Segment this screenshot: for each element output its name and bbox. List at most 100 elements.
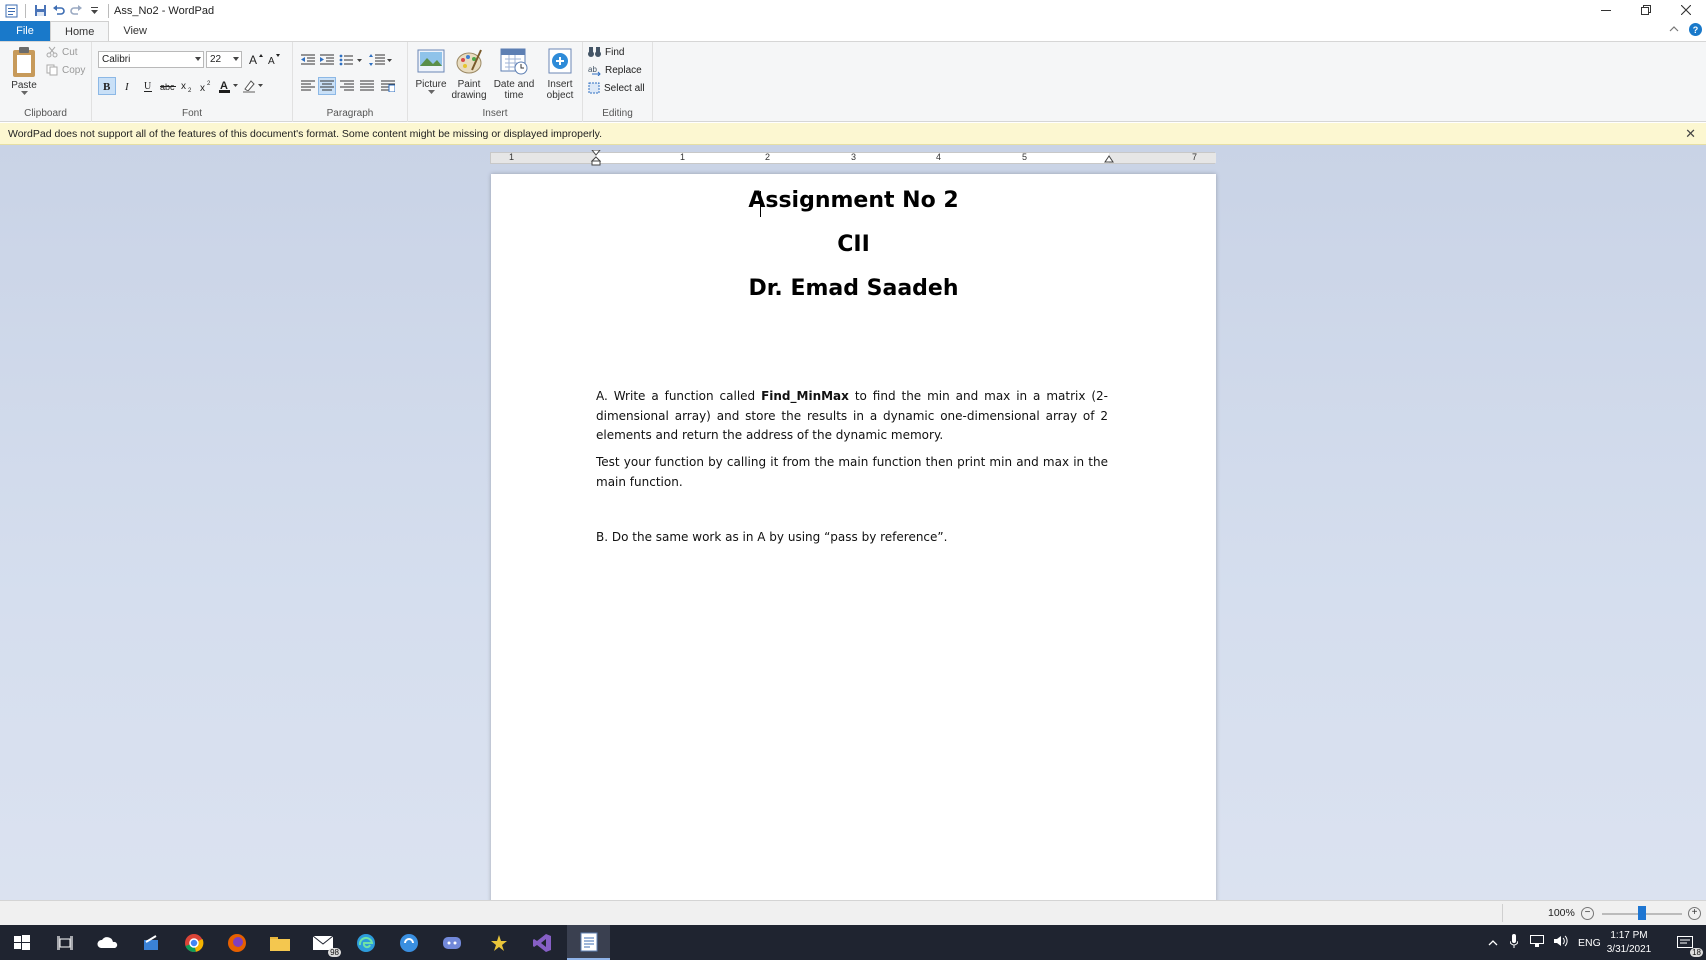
paragraph-settings-icon[interactable] [379,77,397,95]
date-time-button[interactable]: Date and time [490,46,538,101]
paste-button[interactable]: Paste [6,46,42,102]
decrease-indent-icon[interactable] [299,51,317,69]
wordpad-app-icon[interactable] [2,2,20,20]
bullet-list-button[interactable] [338,51,364,69]
shrink-font-icon[interactable]: A [265,50,283,68]
zoom-in-button[interactable]: + [1688,907,1701,920]
scissors-icon [46,46,58,58]
select-all-button[interactable]: Select all [588,82,645,94]
binoculars-icon [588,47,601,57]
picture-dropdown-icon[interactable] [427,90,435,95]
firefox-icon[interactable] [215,925,258,960]
cut-button[interactable]: Cut [46,46,78,58]
close-info-bar-icon[interactable]: ✕ [1685,126,1696,142]
datetime-label-line2: time [504,90,524,101]
grow-font-icon[interactable]: A [247,50,265,68]
windows-start-icon[interactable] [0,925,43,960]
underline-button[interactable]: U [139,77,157,95]
picture-button[interactable]: Picture [413,46,449,95]
tab-view[interactable]: View [109,21,161,41]
font-family-value: Calibri [102,54,131,65]
line-spacing-button[interactable] [368,51,394,69]
document-page[interactable]: Assignment No 2 CII Dr. Emad Saadeh A. W… [491,174,1216,900]
restore-icon[interactable] [1626,0,1666,20]
network-icon[interactable] [1530,935,1544,950]
visual-studio-icon[interactable] [520,925,563,960]
insert-object-button[interactable]: Insert object [540,46,580,101]
font-group: Calibri 22 A A B I U abc x2 x2 A Font [92,42,293,122]
zoom-slider-thumb[interactable] [1638,906,1646,920]
strikethrough-button[interactable]: abc [159,77,177,95]
svg-text:x: x [200,83,205,92]
replace-icon: ab [588,65,601,76]
close-icon[interactable] [1666,0,1706,20]
minimize-ribbon-icon[interactable] [1669,24,1679,36]
superscript-button[interactable]: x2 [198,77,216,95]
edge-icon[interactable] [344,925,387,960]
clock-time: 1:17 PM [1610,930,1648,941]
bold-button[interactable]: B [98,77,116,95]
discord-icon[interactable] [430,925,473,960]
increase-indent-icon[interactable] [318,51,336,69]
find-button[interactable]: Find [588,46,624,58]
onedrive-icon[interactable] [86,925,129,960]
status-divider [1502,904,1503,922]
align-right-icon[interactable] [338,77,356,95]
font-family-select[interactable]: Calibri [98,51,204,68]
tab-home[interactable]: Home [50,21,110,41]
italic-button[interactable]: I [119,77,137,95]
star-app-icon[interactable] [477,925,520,960]
font-size-select[interactable]: 22 [206,51,242,68]
ruler-number: 1 [509,152,515,162]
doc-heading-instructor[interactable]: Dr. Emad Saadeh [491,276,1216,301]
system-tray: ENG [1488,925,1601,960]
show-hidden-icons-icon[interactable] [1488,937,1498,949]
paint-label-line2: drawing [451,90,487,101]
justify-icon[interactable] [358,77,376,95]
tab-file[interactable]: File [0,21,50,41]
svg-text:x: x [181,81,186,92]
text-color-button[interactable]: A [218,77,240,95]
picture-label: Picture [415,79,447,90]
mail-icon[interactable]: 98 [301,925,344,960]
copy-button[interactable]: Copy [46,64,85,76]
doc-paragraph-b[interactable]: B. Do the same work as in A by using “pa… [596,528,1108,548]
input-language-label[interactable]: ENG [1578,937,1601,949]
microphone-icon[interactable] [1509,934,1519,951]
minimize-icon[interactable] [1586,0,1626,20]
task-view-icon[interactable] [43,925,86,960]
doc-paragraph-test[interactable]: Test your function by calling it from th… [596,453,1108,492]
doc-heading-title[interactable]: Assignment No 2 [491,188,1216,213]
browser-app-icon[interactable] [387,925,430,960]
align-center-icon[interactable] [318,77,336,95]
undo-icon[interactable] [49,2,67,20]
redo-icon[interactable] [67,2,85,20]
editing-group: Find ab Replace Select all Editing [583,42,653,122]
save-icon[interactable] [31,2,49,20]
customize-qat-icon[interactable] [85,2,103,20]
doc-paragraph-a[interactable]: A. Write a function called Find_MinMax t… [596,387,1108,446]
doc-heading-course[interactable]: CII [491,232,1216,257]
replace-button[interactable]: ab Replace [588,64,642,76]
zoom-level-label: 100% [1548,907,1575,919]
highlight-color-button[interactable] [242,77,266,95]
subscript-button[interactable]: x2 [179,77,197,95]
object-label-line2: object [546,90,574,101]
paint-drawing-button[interactable]: Paint drawing [450,46,488,101]
chrome-icon[interactable] [172,925,215,960]
system-clock[interactable]: 1:17 PM 3/31/2021 [1601,929,1657,957]
align-left-icon[interactable] [299,77,317,95]
editing-group-label: Editing [602,108,633,119]
horizontal-ruler[interactable]: 1 1 2 3 4 5 7 [490,150,1216,166]
paste-dropdown-icon[interactable] [20,91,28,96]
volume-icon[interactable] [1554,935,1568,950]
help-icon[interactable]: ? [1689,23,1702,36]
sketch-app-icon[interactable] [129,925,172,960]
indent-marker-icon[interactable] [591,150,601,166]
notification-center-icon[interactable]: 18 [1663,925,1706,960]
document-workspace[interactable]: 1 1 2 3 4 5 7 Assignment No 2 CII Dr. Em… [0,145,1706,900]
file-explorer-icon[interactable] [258,925,301,960]
wordpad-taskbar-icon[interactable] [567,925,610,960]
zoom-out-button[interactable]: − [1581,907,1594,920]
right-indent-marker-icon[interactable] [1104,155,1114,165]
